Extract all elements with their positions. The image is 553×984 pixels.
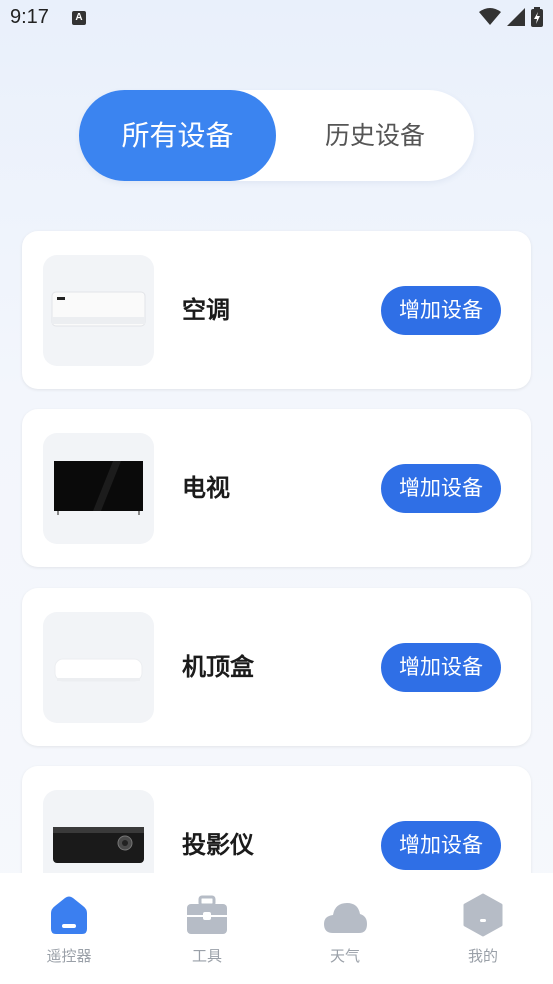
device-card-air-conditioner: 空调 增加设备 [22, 231, 531, 389]
air-conditioner-icon [43, 255, 154, 366]
bottom-navigation: 遥控器 工具 天气 我的 [0, 873, 553, 984]
device-card-set-top-box: 机顶盒 增加设备 [22, 588, 531, 746]
status-time: 9:17 [10, 6, 49, 28]
status-icons [479, 7, 543, 27]
nav-weather[interactable]: 天气 [295, 893, 395, 966]
keyboard-ime-icon: A [72, 11, 86, 25]
tab-history-devices[interactable]: 历史设备 [276, 90, 474, 181]
nav-label: 工具 [191, 947, 222, 965]
profile-hexagon-icon [463, 893, 503, 937]
nav-label: 遥控器 [46, 947, 92, 965]
tab-all-devices[interactable]: 所有设备 [79, 90, 276, 181]
nav-remote[interactable]: 遥控器 [19, 893, 119, 966]
toolbox-icon [187, 895, 227, 934]
device-tabs: 所有设备 历史设备 [79, 90, 474, 181]
nav-label: 天气 [329, 947, 360, 965]
add-device-button[interactable]: 增加设备 [381, 286, 501, 335]
battery-icon [531, 7, 543, 27]
status-bar: 9:17 A [0, 0, 553, 36]
wifi-icon [479, 8, 501, 25]
device-name: 电视 [182, 474, 230, 502]
home-icon [51, 896, 87, 934]
signal-icon [507, 8, 525, 26]
nav-tools[interactable]: 工具 [157, 893, 257, 966]
device-name: 机顶盒 [182, 653, 254, 681]
set-top-box-icon [43, 612, 154, 723]
device-name: 空调 [182, 296, 230, 324]
cloud-icon [324, 899, 367, 933]
nav-mine[interactable]: 我的 [433, 893, 533, 966]
tv-icon [43, 433, 154, 544]
nav-label: 我的 [467, 947, 498, 965]
device-card-tv: 电视 增加设备 [22, 409, 531, 567]
add-device-button[interactable]: 增加设备 [381, 643, 501, 692]
add-device-button[interactable]: 增加设备 [381, 821, 501, 870]
add-device-button[interactable]: 增加设备 [381, 464, 501, 513]
